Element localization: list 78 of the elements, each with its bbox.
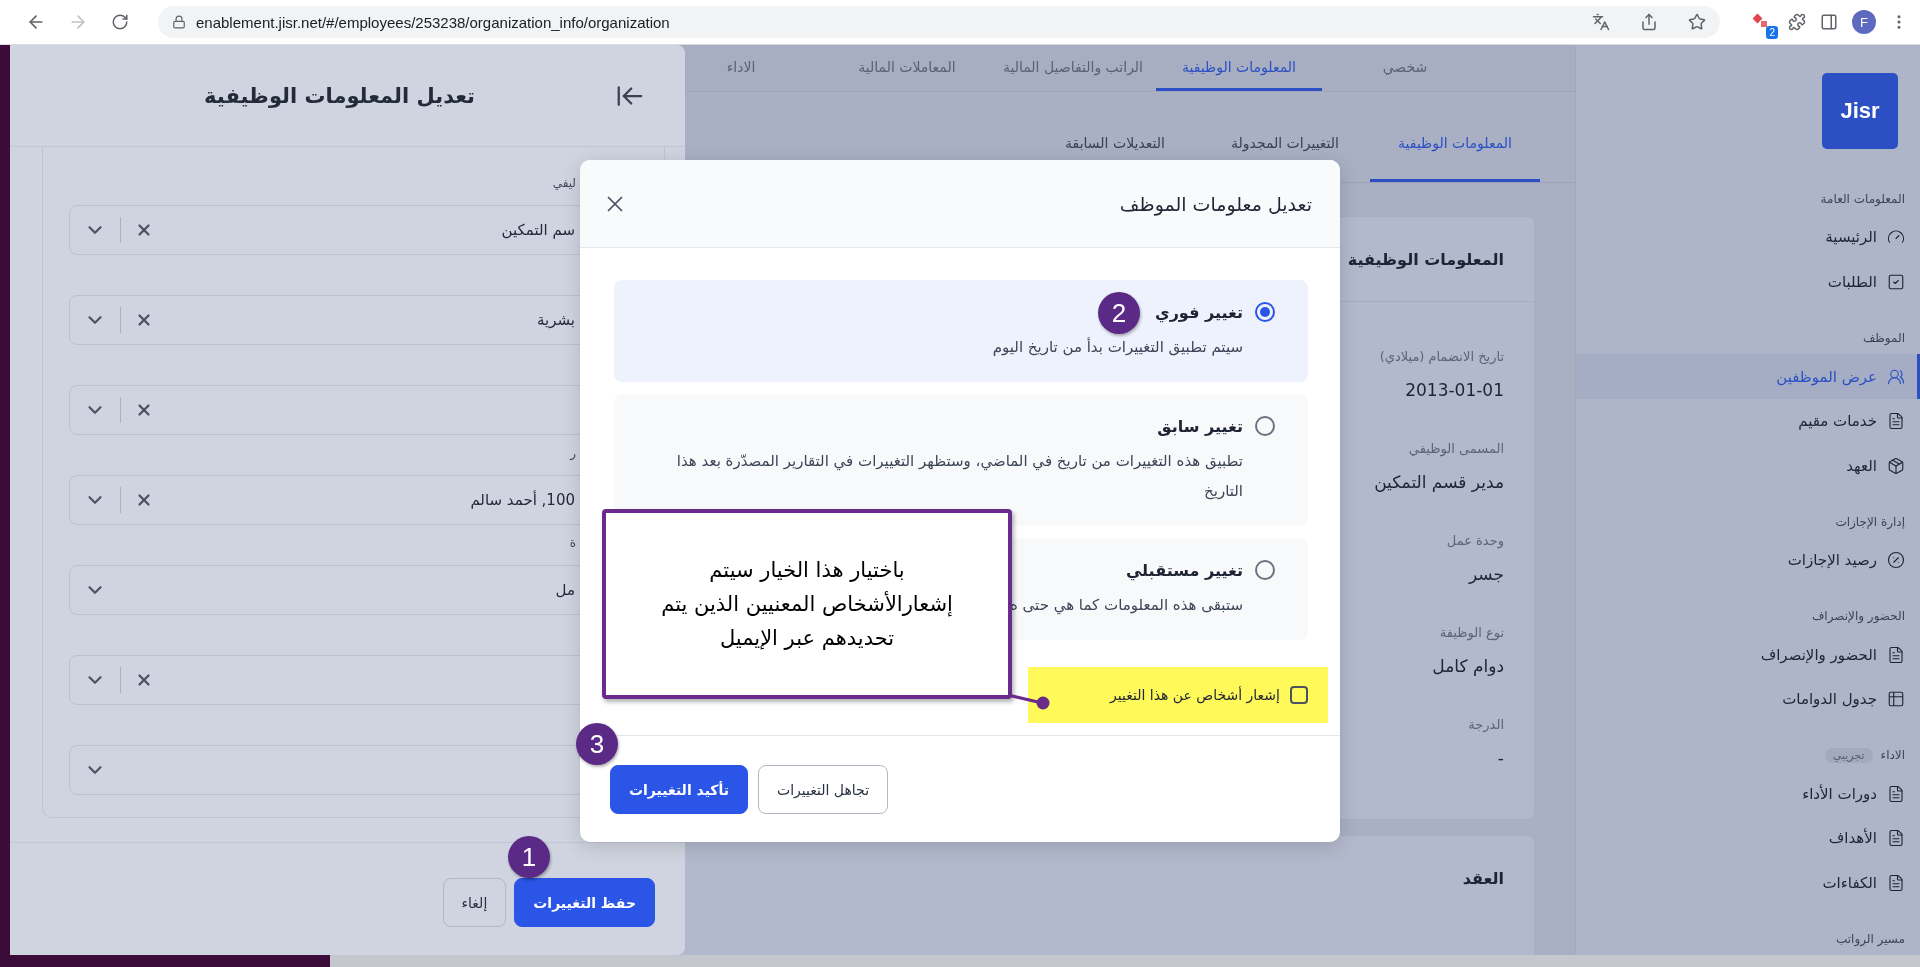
checkbox-label: إشعار أشخاص عن هذا التغيير — [1110, 687, 1280, 703]
sidebar-item[interactable]: الحضور والإنصراف — [1576, 632, 1920, 677]
option-description: تطبيق هذه التغييرات من تاريخ في الماضي، وستظهر التغييرات في التقارير المصدّرة بعد هذا التاريخ — [675, 451, 1243, 502]
confirm-button[interactable]: تأكيد التغييرات — [610, 765, 748, 814]
document-icon — [1887, 412, 1905, 431]
field-label: ر — [570, 445, 576, 462]
package-icon — [1887, 456, 1905, 475]
sidebar-item[interactable]: جدول الدوامات — [1576, 676, 1920, 722]
document-icon — [1887, 873, 1905, 892]
sidebar-item[interactable]: الأهداف — [1576, 815, 1920, 861]
section-heading: مسير الرواتب — [1835, 931, 1905, 949]
dismiss-button[interactable]: تجاهل التغييرات — [758, 765, 889, 814]
field-label: ليفي — [552, 175, 576, 192]
section-heading: الاداء — [1880, 747, 1905, 765]
section-heading: المعلومات العامة — [1820, 191, 1905, 209]
field-label: الدرجة — [1468, 716, 1504, 734]
sidebar-item[interactable]: دورات الأداء — [1576, 771, 1920, 816]
drawer-title: تعديل المعلومات الوظيفية — [204, 83, 475, 108]
sub-tab[interactable]: التغييرات المجدولة — [1200, 132, 1370, 159]
sidebar-item[interactable]: الطلبات — [1576, 259, 1920, 305]
sub-tab[interactable]: التعديلات السابقة — [1030, 132, 1200, 159]
side-panel-icon[interactable] — [1820, 13, 1838, 31]
users-icon — [1887, 367, 1905, 386]
save-button[interactable]: حفظ التغييرات — [514, 878, 655, 927]
checkbox[interactable] — [1290, 686, 1308, 704]
document-icon — [1887, 784, 1905, 803]
field-value: جسر — [1468, 563, 1504, 586]
option-title: تغيير فوري — [1155, 302, 1243, 322]
star-icon[interactable] — [1688, 13, 1706, 31]
share-icon[interactable] — [1640, 13, 1658, 31]
option-description: سيتم تطبيق التغييرات بدأ من تاريخ اليوم — [991, 336, 1243, 358]
modal-title: تعديل معلومات الموظف — [1119, 192, 1312, 215]
field-label: نوع الوظيفة — [1439, 624, 1504, 643]
clear-icon[interactable] — [135, 401, 153, 419]
notification-badge: 2 — [1766, 26, 1778, 39]
cancel-button[interactable]: إلغاء — [442, 878, 507, 927]
option-title: تغيير سابق — [1157, 416, 1243, 436]
option-title: تغيير مستقبلي — [1125, 560, 1243, 580]
percent-icon — [1887, 551, 1905, 570]
callout-text: باختيار هذا الخيار سيتم إشعارالأشخاص المعنيين الذين يتم تحديدهم عبر الإيميل — [661, 557, 953, 652]
field-value: مدير قسم التمكين — [1374, 471, 1504, 494]
sidebar-item[interactable]: الرئيسية — [1576, 215, 1920, 260]
clear-icon[interactable] — [135, 311, 153, 329]
field-value: 2013-01-01 — [1405, 379, 1504, 402]
document-icon — [1887, 829, 1905, 848]
sidebar-item[interactable]: رصيد الإجازات — [1576, 537, 1920, 583]
field-label: ة — [569, 535, 576, 552]
field-label: المسمى الوظيفي — [1408, 440, 1504, 459]
radio-button[interactable] — [1255, 416, 1275, 436]
reload-icon[interactable] — [111, 13, 129, 31]
sidebar-item[interactable]: العهد — [1576, 443, 1920, 488]
sidebar-item[interactable]: خدمات مقيم — [1576, 398, 1920, 444]
clear-icon[interactable] — [135, 221, 153, 239]
radio-button[interactable] — [1255, 560, 1275, 580]
radio-button[interactable] — [1255, 302, 1275, 322]
field-value: - — [1497, 747, 1504, 770]
logo[interactable]: Jisr — [1822, 73, 1898, 150]
clear-icon[interactable] — [135, 671, 153, 689]
section-heading: الموظف — [1862, 330, 1905, 348]
table-icon — [1887, 690, 1905, 709]
profile-avatar[interactable]: F — [1852, 10, 1876, 34]
field-label: تاريخ الانضمام (ميلادي) — [1379, 348, 1504, 366]
card-title: العقد — [1462, 869, 1504, 888]
document-icon — [1887, 645, 1905, 664]
field-value: دوام كامل — [1432, 655, 1504, 678]
translate-icon[interactable] — [1592, 13, 1610, 31]
extensions-icon[interactable] — [1788, 13, 1806, 31]
checkbox-icon — [1887, 273, 1905, 291]
sidebar-item[interactable]: الكفاءات — [1576, 860, 1920, 906]
card-title: المعلومات الوظيفية — [1347, 249, 1504, 269]
address-bar[interactable]: enablement.jisr.net/#/employees/253238/organization_info/organization — [158, 6, 1720, 38]
section-heading: إدارة الإجازات — [1835, 513, 1905, 531]
clear-icon[interactable] — [135, 491, 153, 509]
beta-tag: تجريبي — [1824, 747, 1873, 763]
lock-icon — [172, 15, 186, 29]
section-heading: الحضور والإنصراف — [1811, 608, 1905, 626]
option-card[interactable]: تغيير سابق تطبيق هذه التغييرات من تاريخ في الماضي، وستظهر التغييرات في التقارير المصدّرة بعد هذا التاريخ — [614, 394, 1308, 526]
field-label: وحدة عمل — [1446, 532, 1504, 551]
